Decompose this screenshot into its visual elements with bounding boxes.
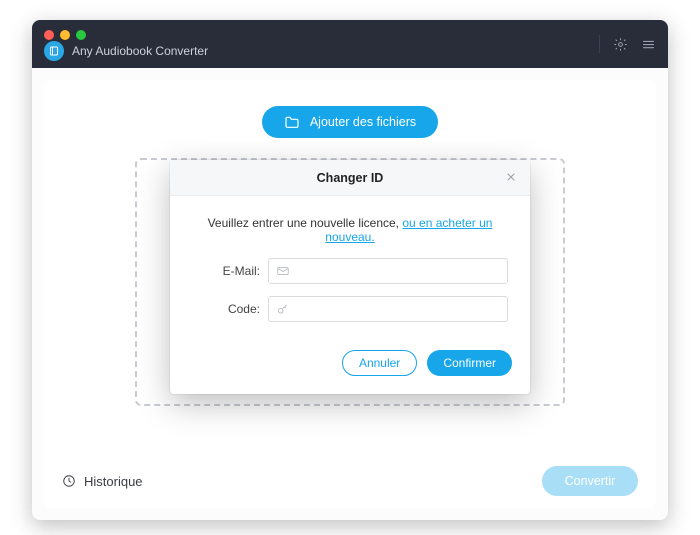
history-button[interactable]: Historique [62,474,143,489]
app-title: Any Audiobook Converter [72,44,208,58]
code-input[interactable] [297,297,507,321]
modal-title: Changer ID [317,171,384,185]
settings-button[interactable] [612,36,628,52]
maximize-window-button[interactable] [76,30,86,40]
titlebar-right [599,35,656,53]
modal-close-button[interactable] [502,168,520,186]
code-label: Code: [192,302,260,316]
cancel-label: Annuler [359,356,400,370]
window-controls [44,30,86,40]
mail-icon [276,264,290,281]
key-icon [276,302,290,319]
gear-icon [613,37,628,52]
bottom-bar: Historique Convertir [62,466,638,496]
email-label: E-Mail: [192,264,260,278]
email-input[interactable] [297,259,507,283]
app-window: Any Audiobook Converter Ajouter des fich… [32,20,668,520]
app-brand: Any Audiobook Converter [44,41,208,61]
add-files-button[interactable]: Ajouter des fichiers [262,106,438,138]
cancel-button[interactable]: Annuler [342,350,417,376]
modal-header: Changer ID [170,160,530,196]
code-input-wrap [268,296,508,322]
confirm-label: Confirmer [443,356,496,370]
convert-label: Convertir [565,474,616,488]
email-row: E-Mail: [192,258,508,284]
close-icon [505,171,517,183]
divider [599,35,600,53]
close-window-button[interactable] [44,30,54,40]
email-input-wrap [268,258,508,284]
code-row: Code: [192,296,508,322]
add-files-label: Ajouter des fichiers [310,115,416,129]
minimize-window-button[interactable] [60,30,70,40]
modal-message-text: Veuillez entrer une nouvelle licence, [208,216,403,230]
modal-body: Veuillez entrer une nouvelle licence, ou… [170,196,530,340]
modal-footer: Annuler Confirmer [170,340,530,394]
confirm-button[interactable]: Confirmer [427,350,512,376]
folder-icon [284,115,300,129]
history-label: Historique [84,474,143,489]
clock-icon [62,474,76,488]
menu-button[interactable] [640,36,656,52]
license-modal: Changer ID Veuillez entrer une nouvelle … [170,160,530,394]
app-logo-icon [44,41,64,61]
menu-icon [641,37,656,52]
convert-button[interactable]: Convertir [542,466,638,496]
titlebar: Any Audiobook Converter [32,20,668,68]
modal-message: Veuillez entrer une nouvelle licence, ou… [192,216,508,244]
